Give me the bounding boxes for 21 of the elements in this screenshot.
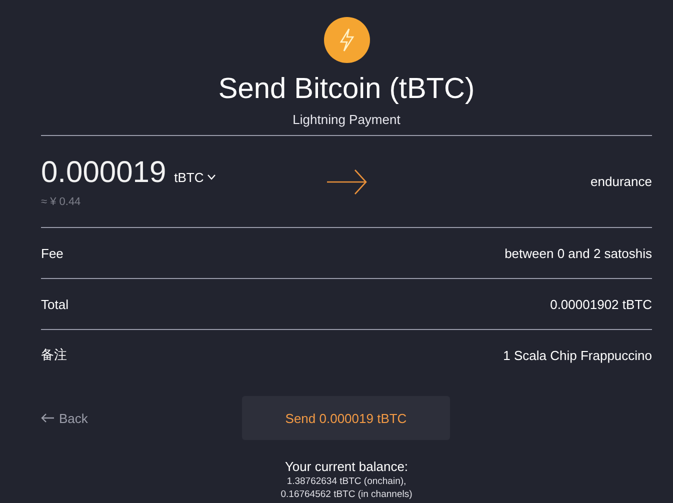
detail-value: 0.00001902 tBTC (550, 296, 652, 312)
balance-line: 0.16764562 tBTC (in channels) (280, 489, 412, 500)
arrow-right-icon (326, 168, 368, 194)
detail-value: between 0 and 2 satoshis (504, 246, 652, 260)
page-subtitle: Lightning Payment (292, 112, 400, 127)
chevron-icon (206, 174, 216, 180)
unit-dropdown[interactable]: tBTC (174, 170, 216, 184)
balance-line: 1.38762634 tBTC (onchain), (286, 476, 406, 487)
lightning-icon (324, 17, 370, 63)
detail-label: Fee (41, 246, 64, 260)
back-button[interactable]: Back (41, 410, 242, 426)
balance-title: Your current balance: (284, 459, 408, 474)
detail-value: 1 Scala Chip Frappuccino (503, 348, 652, 362)
fiat-amount: ≈ ¥ 0.44 (41, 196, 82, 208)
detail-label: 备注 (41, 346, 67, 364)
destination-name: endurance (590, 174, 652, 189)
send-button[interactable]: Send 0.000019 tBTC (242, 396, 450, 440)
arrow-left-icon (41, 413, 55, 423)
detail-label: Total (41, 296, 68, 312)
page-title: Send Bitcoin (tBTC) (218, 72, 475, 107)
amount-value: 0.000019 (41, 156, 166, 190)
